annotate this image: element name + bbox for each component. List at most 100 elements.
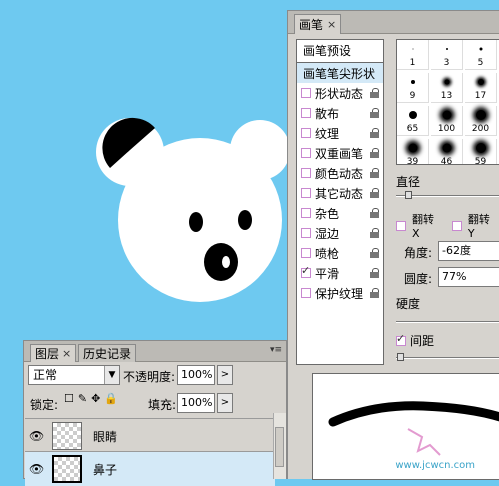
brush-option-checkbox[interactable] [301, 208, 311, 218]
brush-tip[interactable]: 13 [431, 73, 463, 103]
opacity-arrow-button[interactable]: > [217, 365, 233, 385]
brush-option-checkbox[interactable] [301, 148, 311, 158]
brush-tip[interactable]: 5 [465, 40, 497, 70]
brush-tip-grid: 1 3 5 9 13 17 65 100 200 39 46 59 [396, 39, 499, 165]
brush-tip[interactable]: 39 [397, 139, 429, 164]
flip-x-label: 翻转 X [412, 213, 434, 240]
spacing-checkbox[interactable] [396, 332, 406, 346]
lock-position-icon[interactable]: ✥ [91, 393, 100, 405]
brush-tip[interactable]: 100 [431, 106, 463, 136]
brush-tip-size: 13 [440, 91, 453, 101]
brush-option-checkbox[interactable] [301, 88, 311, 98]
brush-option-item[interactable]: 湿边 [297, 223, 383, 243]
lock-icon[interactable] [370, 108, 379, 118]
lock-icon[interactable] [370, 148, 379, 158]
brush-tip[interactable]: 46 [431, 139, 463, 165]
layers-scrollbar-thumb[interactable] [275, 427, 284, 467]
brush-tip-icon [412, 48, 413, 50]
brush-option-item[interactable]: 保护纹理 [297, 283, 383, 303]
tab-brush-label: 画笔 [299, 18, 324, 32]
brush-option-item[interactable]: 纹理 [297, 123, 383, 143]
brush-option-checkbox[interactable] [301, 108, 311, 118]
lock-icon[interactable] [370, 248, 379, 258]
flip-x-checkbox[interactable] [396, 220, 406, 231]
brush-tip[interactable]: 200 [465, 106, 497, 136]
opacity-input[interactable]: 100% [177, 365, 215, 385]
lock-icon[interactable] [370, 168, 379, 178]
brush-option-item[interactable]: 散布 [297, 103, 383, 123]
tab-brush[interactable]: 画笔 × [294, 14, 342, 34]
layer-row[interactable]: 👁 眼睛 [25, 418, 275, 453]
brush-option-checkbox[interactable] [301, 264, 311, 278]
layers-scrollbar[interactable] [273, 413, 286, 479]
brush-option-label: 平滑 [315, 266, 340, 281]
lock-icon[interactable] [370, 188, 379, 198]
brush-tip[interactable]: 17 [465, 73, 497, 103]
brush-tip[interactable]: 9 [397, 73, 429, 103]
angle-input[interactable]: -62度 [438, 241, 499, 261]
brush-option-label: 喷枪 [315, 246, 340, 261]
brush-tip-icon [442, 143, 451, 153]
bear-left-eye [189, 212, 203, 232]
tab-layers[interactable]: 图层 × [30, 344, 77, 362]
brush-option-checkbox[interactable] [301, 288, 311, 298]
brush-option-item[interactable]: 双重画笔 [297, 143, 383, 163]
brush-tip[interactable]: 65 [397, 106, 429, 136]
brush-tip[interactable]: 59 [465, 139, 497, 164]
brush-tip[interactable]: 1 [397, 40, 429, 70]
brush-option-item[interactable]: 平滑 [297, 263, 383, 283]
lock-icon[interactable] [370, 228, 379, 238]
panel-menu-icon[interactable]: ▾≡ [270, 345, 282, 355]
lock-icon[interactable] [370, 128, 379, 138]
fill-arrow-button[interactable]: > [217, 393, 233, 413]
brush-tip-shape-item[interactable]: 画笔笔尖形状 [297, 63, 383, 83]
brush-tip-icon [444, 79, 449, 85]
eye-icon[interactable]: 👁 [29, 429, 44, 443]
brush-tip-size: 46 [440, 157, 453, 165]
layer-row[interactable]: 👁 鼻子 [25, 451, 275, 486]
roundness-label: 圆度: [404, 272, 433, 286]
brush-option-item[interactable]: 颜色动态 [297, 163, 383, 183]
blend-mode-select[interactable]: 正常 ▼ [28, 365, 120, 385]
lock-all-icon[interactable]: 🔒 [104, 393, 118, 405]
brush-option-label: 颜色动态 [315, 166, 364, 181]
brush-tip[interactable]: 3 [431, 40, 463, 70]
brush-panel: 画笔 × 画笔预设 画笔笔尖形状 形状动态 散布 纹理 双重画笔颜色动态其它动态杂色湿… [287, 10, 499, 480]
brush-option-label: 杂色 [315, 206, 340, 221]
lock-icon[interactable] [370, 268, 379, 278]
close-icon[interactable]: × [62, 347, 71, 360]
roundness-input[interactable]: 77% [438, 267, 499, 287]
lock-icon[interactable] [370, 288, 379, 298]
brush-option-item[interactable]: 喷枪 [297, 243, 383, 263]
brush-option-item[interactable]: 形状动态 [297, 83, 383, 103]
brush-presets-item[interactable]: 画笔预设 [297, 40, 383, 63]
brush-tip-icon [442, 110, 451, 120]
lock-label: 锁定: [30, 398, 59, 412]
brush-option-item[interactable]: 杂色 [297, 203, 383, 223]
tab-history[interactable]: 历史记录 [78, 344, 137, 362]
eye-icon[interactable]: 👁 [29, 462, 44, 476]
brush-option-checkbox[interactable] [301, 228, 311, 238]
lock-paint-icon[interactable]: ✎ [78, 393, 87, 405]
brush-option-checkbox[interactable] [301, 128, 311, 138]
spacing-slider-thumb[interactable] [397, 353, 404, 361]
brush-option-checkbox[interactable] [301, 248, 311, 258]
diameter-slider-thumb[interactable] [405, 191, 412, 199]
hardness-slider[interactable] [396, 321, 499, 323]
lock-icon[interactable] [370, 88, 379, 98]
brush-tip-size: 100 [437, 124, 456, 134]
fill-label: 填充: [148, 398, 177, 412]
fill-input[interactable]: 100% [177, 393, 215, 413]
brush-option-checkbox[interactable] [301, 168, 311, 178]
bear-nose-highlight [222, 256, 230, 268]
brush-tip-size: 1 [409, 58, 416, 68]
lock-icon[interactable] [370, 208, 379, 218]
brush-tip-size: 9 [409, 91, 416, 101]
brush-tip-size: 65 [406, 124, 419, 134]
lock-transparency-icon[interactable]: ☐ [64, 393, 74, 405]
brush-option-item[interactable]: 其它动态 [297, 183, 383, 203]
spacing-slider[interactable] [396, 357, 499, 359]
flip-y-checkbox[interactable] [451, 220, 462, 231]
brush-option-checkbox[interactable] [301, 188, 311, 198]
close-icon[interactable]: × [327, 18, 336, 31]
